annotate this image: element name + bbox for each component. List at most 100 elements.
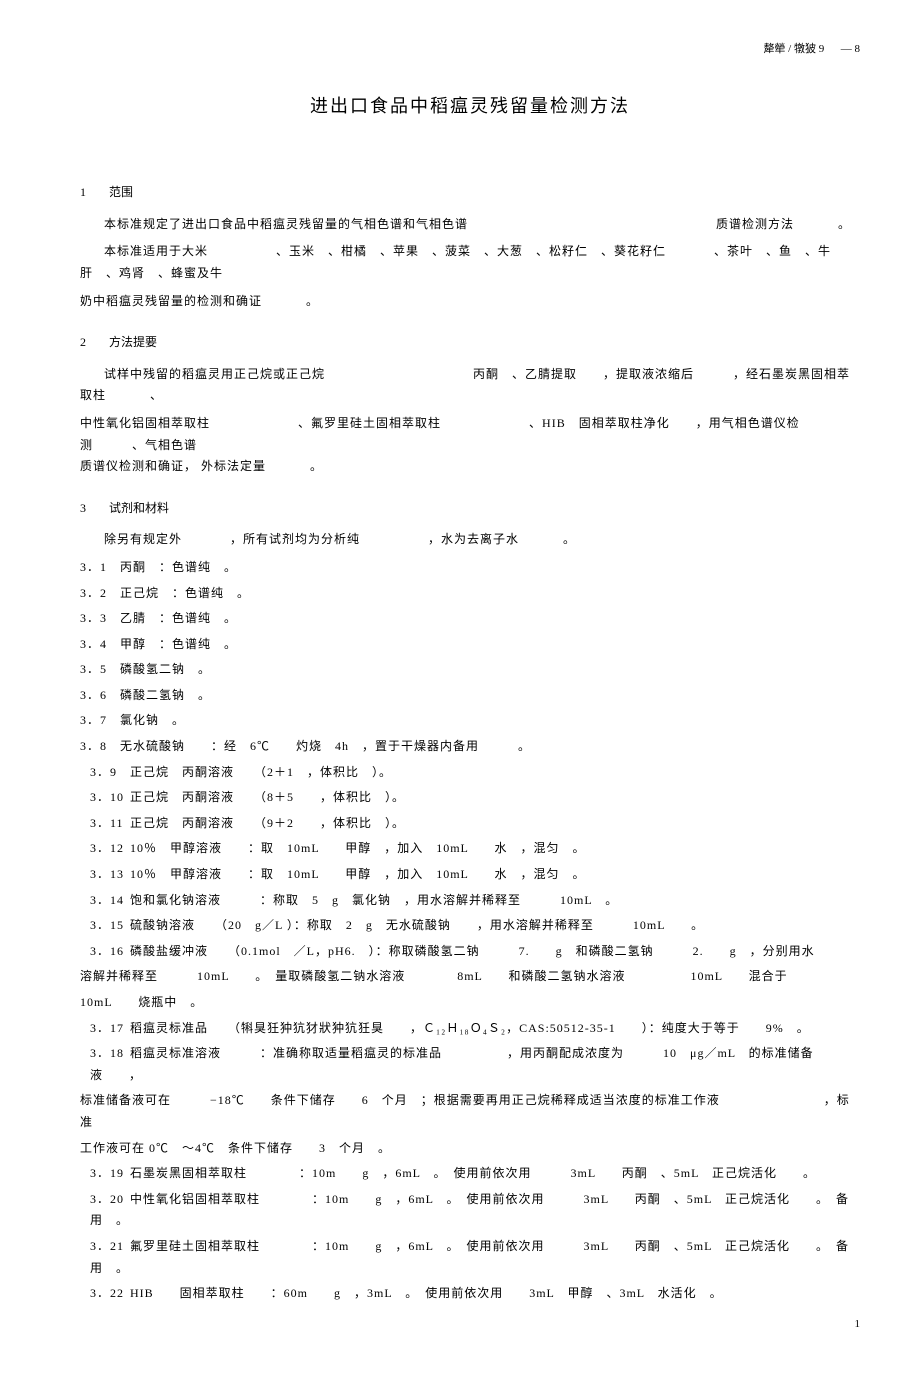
- header-code: 犛犖 / 犜狓 9 — 8: [80, 40, 860, 60]
- paragraph: 中性氧化铝固相萃取柱 、氟罗里硅土固相萃取柱 、HIB 固相萃取柱净化 ，用气相…: [80, 413, 860, 456]
- item-text: 石墨炭黑固相萃取柱 ：10m g ，6mL 。 使用前依次用 3mL 丙酮 、5…: [130, 1166, 816, 1180]
- text: 中性氧化铝固相萃取柱: [80, 416, 210, 430]
- paragraph: 本标准规定了进出口食品中稻瘟灵残留量的气相色谱和气相色谱 质谱检测方法 。: [80, 214, 860, 236]
- item-text: 磷酸氢二钠 。: [120, 662, 211, 676]
- paragraph-bold: 质谱仪检测和确证， 外标法定量 。: [80, 456, 860, 478]
- list-item: 3．7氯化钠 。: [80, 710, 860, 732]
- item-text: 甲醇 ：色谱纯 。: [120, 637, 237, 651]
- list-item: 3．1丙酮 ：色谱纯 。: [80, 557, 860, 579]
- paragraph: 本标准适用于大米 、玉米 、柑橘 、苹果 、菠菜 、大葱 、松籽仁 、葵花籽仁 …: [80, 241, 860, 284]
- item-text: 氟罗里硅土固相萃取柱 ：10m g ，6mL 。 使用前依次用 3mL 丙酮 、…: [90, 1239, 849, 1275]
- list-item: 3．6磷酸二氢钠 。: [80, 685, 860, 707]
- list-item-cont: 标准储备液可在 −18℃ 条件下储存 6 个月 ；根据需要再用正己烷稀释成适当浓…: [80, 1090, 860, 1133]
- item-text: 无水硫酸钠 ：经 6℃ 灼烧 4h ，置于干燥器内备用 。: [120, 739, 531, 753]
- list-item: 3．8无水硫酸钠 ：经 6℃ 灼烧 4h ，置于干燥器内备用 。: [80, 736, 860, 758]
- item-text: 正己烷 丙酮溶液 （9＋2 ，体积比 ）。: [130, 816, 405, 830]
- list-item: 3．19石墨炭黑固相萃取柱 ：10m g ，6mL 。 使用前依次用 3mL 丙…: [90, 1163, 860, 1185]
- item-text: 10mL 烧瓶中 。: [80, 995, 203, 1009]
- text: 除另有规定外: [104, 532, 182, 546]
- paragraph: 试样中残留的稻瘟灵用正己烷或正己烷 丙酮 、乙腈提取 ，提取液浓缩后 ，经石墨炭…: [80, 364, 860, 407]
- text: 质谱检测方法: [716, 217, 794, 231]
- item-num: 3．21: [90, 1236, 130, 1258]
- section-num-3: 3: [80, 498, 86, 520]
- item-num: 3．17: [90, 1018, 130, 1040]
- item-text: 磷酸盐缓冲液 （0.1mol ／L，pH6. ）：称取磷酸氢二钠 7. g 和磷…: [130, 944, 815, 958]
- text: 、玉米 、柑橘 、苹果 、菠菜 、大葱 、松籽仁 、葵花籽仁: [276, 244, 666, 258]
- list-item: 3．16磷酸盐缓冲液 （0.1mol ／L，pH6. ）：称取磷酸氢二钠 7. …: [90, 941, 860, 963]
- list-item: 3．9正己烷 丙酮溶液 （2＋1 ，体积比 ）。: [90, 762, 860, 784]
- item-num: 3．11: [90, 813, 130, 835]
- text: 、氟罗里硅土固相萃取柱: [298, 416, 441, 430]
- item-text: 10％ 甲醇溶液 ：取 10mL 甲醇 ，加入 10mL 水 ，混匀 。: [130, 841, 585, 855]
- item-num: 3．6: [80, 685, 120, 707]
- text: 外标法定量: [201, 459, 266, 473]
- list-item: 3．4甲醇 ：色谱纯 。: [80, 634, 860, 656]
- item-text: 丙酮 ：色谱纯 。: [120, 560, 237, 574]
- item-text: 溶解并稀释至 10mL 。 量取磷酸氢二钠水溶液 8mL 和磷酸二氢钠水溶液 1…: [80, 969, 788, 983]
- text: 试样中残留的稻瘟灵用正己烷或正己烷: [104, 367, 325, 381]
- item-text: 稻瘟灵标准溶液 ：准确称取适量稻瘟灵的标准品 ，用丙酮配成浓度为 10 μg／m…: [90, 1046, 814, 1082]
- item-num: 3．20: [90, 1189, 130, 1211]
- item-num: 3．18: [90, 1043, 130, 1065]
- list-item: 3．3乙腈 ：色谱纯 。: [80, 608, 860, 630]
- section-num-2: 2: [80, 332, 86, 354]
- document-title: 进出口食品中稻瘟灵残留量检测方法: [80, 90, 860, 122]
- item-num: 3．12: [90, 838, 130, 860]
- section-title-2: 方法提要: [109, 335, 157, 349]
- item-text: 标准储备液可在 −18℃ 条件下储存 6 个月 ；根据需要再用正己烷稀释成适当浓…: [80, 1093, 850, 1129]
- item-num: 3．19: [90, 1163, 130, 1185]
- list-item-cont: 溶解并稀释至 10mL 。 量取磷酸氢二钠水溶液 8mL 和磷酸二氢钠水溶液 1…: [80, 966, 860, 988]
- item-text: 乙腈 ：色谱纯 。: [120, 611, 237, 625]
- item-num: 3．15: [90, 915, 130, 937]
- list-item-cont: 10mL 烧瓶中 。: [80, 992, 860, 1014]
- text: ，所有试剂均为分析纯: [230, 532, 360, 546]
- list-item: 3．21氟罗里硅土固相萃取柱 ：10m g ，6mL 。 使用前依次用 3mL …: [90, 1236, 860, 1279]
- item-num: 3．22: [90, 1283, 130, 1305]
- list-item: 3．10正己烷 丙酮溶液 （8＋5 ，体积比 ）。: [90, 787, 860, 809]
- item-text: 饱和氯化钠溶液 ：称取 5 g 氯化钠 ，用水溶解并稀释至 10mL 。: [130, 893, 618, 907]
- list-item: 3．5磷酸氢二钠 。: [80, 659, 860, 681]
- list-item: 3．14饱和氯化钠溶液 ：称取 5 g 氯化钠 ，用水溶解并稀释至 10mL 。: [90, 890, 860, 912]
- item-text: 氯化钠 。: [120, 713, 185, 727]
- list-item: 3．1310％ 甲醇溶液 ：取 10mL 甲醇 ，加入 10mL 水 ，混匀 。: [90, 864, 860, 886]
- item-text: 10％ 甲醇溶液 ：取 10mL 甲醇 ，加入 10mL 水 ，混匀 。: [130, 867, 585, 881]
- list-item: 3．20中性氧化铝固相萃取柱 ：10m g ，6mL 。 使用前依次用 3mL …: [90, 1189, 860, 1232]
- item-num: 3．4: [80, 634, 120, 656]
- item-num: 3．1: [80, 557, 120, 579]
- list-item: 3．17稻瘟灵标准品 （犐狊狅狆犺犲狀狆犺狅狊 ，Ｃ₁₂Ｈ₁₈Ｏ₄Ｓ₂，CAS:…: [90, 1018, 860, 1040]
- item-num: 3．8: [80, 736, 120, 758]
- paragraph: 除另有规定外 ，所有试剂均为分析纯 ，水为去离子水 。: [80, 529, 860, 551]
- item-text: 硫酸钠溶液 （20 g／L ）：称取 2 g 无水硫酸钠 ，用水溶解并稀释至 1…: [130, 918, 704, 932]
- list-item: 3．18稻瘟灵标准溶液 ：准确称取适量稻瘟灵的标准品 ，用丙酮配成浓度为 10 …: [90, 1043, 860, 1086]
- text: 质谱仪检测和确证，: [80, 459, 197, 473]
- section-1-heading: 1 范围: [80, 182, 860, 204]
- item-text: 稻瘟灵标准品 （犐狊狅狆犺犲狀狆犺狅狊 ，Ｃ₁₂Ｈ₁₈Ｏ₄Ｓ₂，CAS:5051…: [130, 1021, 810, 1035]
- item-text: 磷酸二氢钠 。: [120, 688, 211, 702]
- item-text: 正己烷 丙酮溶液 （2＋1 ，体积比 ）。: [130, 765, 392, 779]
- item-text: 工作液可在 0℃ ～4℃ 条件下储存 3 个月 。: [80, 1141, 391, 1155]
- item-text: HIB 固相萃取柱 ：60m g ，3mL 。 使用前依次用 3mL 甲醇 、3…: [130, 1286, 723, 1300]
- section-2-heading: 2 方法提要: [80, 332, 860, 354]
- item-text: 正己烷 丙酮溶液 （8＋5 ，体积比 ）。: [130, 790, 405, 804]
- item-num: 3．3: [80, 608, 120, 630]
- list-item: 3．1210％ 甲醇溶液 ：取 10mL 甲醇 ，加入 10mL 水 ，混匀 。: [90, 838, 860, 860]
- list-item: 3．15硫酸钠溶液 （20 g／L ）：称取 2 g 无水硫酸钠 ，用水溶解并稀…: [90, 915, 860, 937]
- text: 本标准规定了进出口食品中稻瘟灵残留量的气相色谱和气相色谱: [104, 217, 468, 231]
- list-item-cont: 工作液可在 0℃ ～4℃ 条件下储存 3 个月 。: [80, 1138, 860, 1160]
- section-num-1: 1: [80, 182, 86, 204]
- item-num: 3．9: [90, 762, 130, 784]
- text: ，水为去离子水: [428, 532, 519, 546]
- section-title-1: 范围: [109, 185, 133, 199]
- item-num: 3．5: [80, 659, 120, 681]
- list-item: 3．22HIB 固相萃取柱 ：60m g ，3mL 。 使用前依次用 3mL 甲…: [90, 1283, 860, 1305]
- section-title-3: 试剂和材料: [109, 501, 169, 515]
- text: 本标准适用于大米: [104, 244, 208, 258]
- text: 奶中稻瘟灵残留量的检测和确证: [80, 294, 262, 308]
- item-num: 3．7: [80, 710, 120, 732]
- page-number: 1: [80, 1315, 860, 1335]
- paragraph-bold: 奶中稻瘟灵残留量的检测和确证 。: [80, 291, 860, 313]
- section-3-heading: 3 试剂和材料: [80, 498, 860, 520]
- item-num: 3．13: [90, 864, 130, 886]
- item-num: 3．2: [80, 583, 120, 605]
- item-num: 3．16: [90, 941, 130, 963]
